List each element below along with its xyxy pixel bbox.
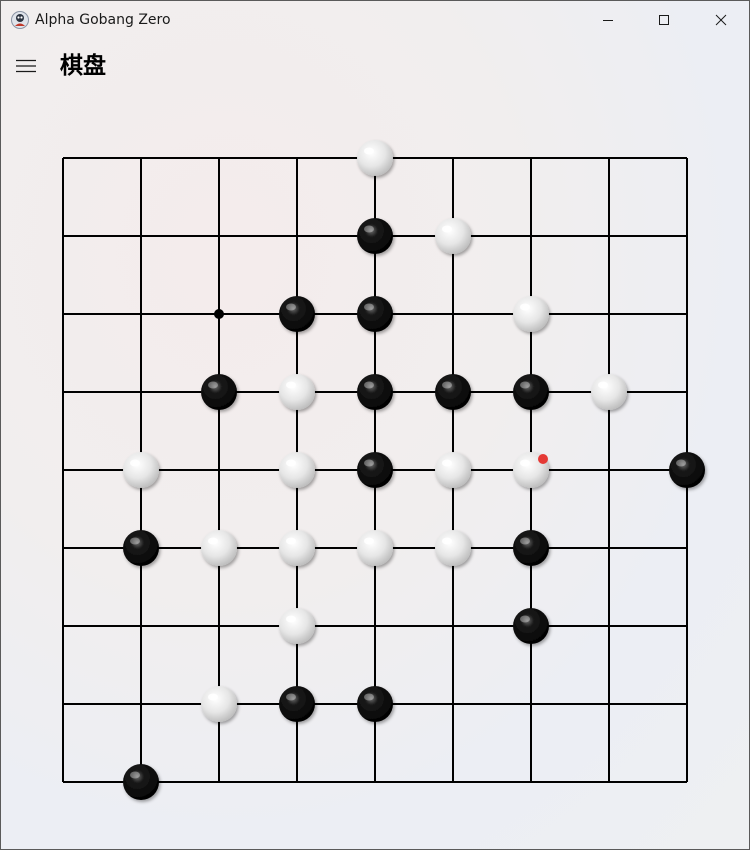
white-stone [435, 218, 471, 254]
black-stone-highlight [364, 459, 374, 467]
black-stone-highlight [364, 225, 374, 233]
black-stone-highlight [208, 381, 218, 389]
white-stone [357, 140, 393, 176]
black-stone [513, 374, 549, 410]
white-stone-highlight [364, 537, 374, 545]
black-stone [279, 686, 315, 722]
white-stone [279, 530, 315, 566]
white-stone-highlight [520, 303, 530, 311]
black-stone [123, 764, 159, 800]
white-stone-highlight [130, 459, 140, 467]
black-stone [357, 686, 393, 722]
black-stone [513, 608, 549, 644]
gobang-board[interactable] [1, 1, 749, 849]
black-stone [357, 218, 393, 254]
black-stone [435, 374, 471, 410]
black-stone [357, 374, 393, 410]
app-window: Alpha Gobang Zero 棋盘 [0, 0, 750, 850]
black-stone-highlight [130, 537, 140, 545]
black-stone-highlight [364, 381, 374, 389]
white-stone [357, 530, 393, 566]
white-stone-highlight [208, 693, 218, 701]
black-stone [669, 452, 705, 488]
white-stone [279, 608, 315, 644]
black-stone [201, 374, 237, 410]
white-stone-highlight [286, 615, 296, 623]
white-stone [591, 374, 627, 410]
black-stone [279, 296, 315, 332]
black-stone-highlight [286, 693, 296, 701]
white-stone-highlight [598, 381, 608, 389]
white-stone-highlight [364, 147, 374, 155]
white-stone-highlight [208, 537, 218, 545]
white-stone [435, 452, 471, 488]
white-stone-highlight [442, 459, 452, 467]
black-stone-highlight [520, 381, 530, 389]
white-stone [435, 530, 471, 566]
white-stone-highlight [442, 537, 452, 545]
white-stone [279, 374, 315, 410]
black-stone-highlight [364, 693, 374, 701]
white-stone-highlight [520, 459, 530, 467]
black-stone-highlight [286, 303, 296, 311]
black-stone-highlight [442, 381, 452, 389]
black-stone [123, 530, 159, 566]
white-stone [201, 686, 237, 722]
white-stone-highlight [286, 459, 296, 467]
white-stone-highlight [442, 225, 452, 233]
white-stone-highlight [286, 537, 296, 545]
black-stone-highlight [364, 303, 374, 311]
black-stone [513, 530, 549, 566]
white-stone [201, 530, 237, 566]
black-stone-highlight [520, 537, 530, 545]
last-move-marker [538, 454, 548, 464]
white-stone [513, 296, 549, 332]
black-stone-highlight [130, 771, 140, 779]
black-stone [357, 452, 393, 488]
white-stone [123, 452, 159, 488]
white-stone-highlight [286, 381, 296, 389]
black-stone-highlight [520, 615, 530, 623]
star-point [214, 309, 224, 319]
white-stone [279, 452, 315, 488]
black-stone [357, 296, 393, 332]
last-move-layer [538, 454, 548, 464]
black-stone-highlight [676, 459, 686, 467]
